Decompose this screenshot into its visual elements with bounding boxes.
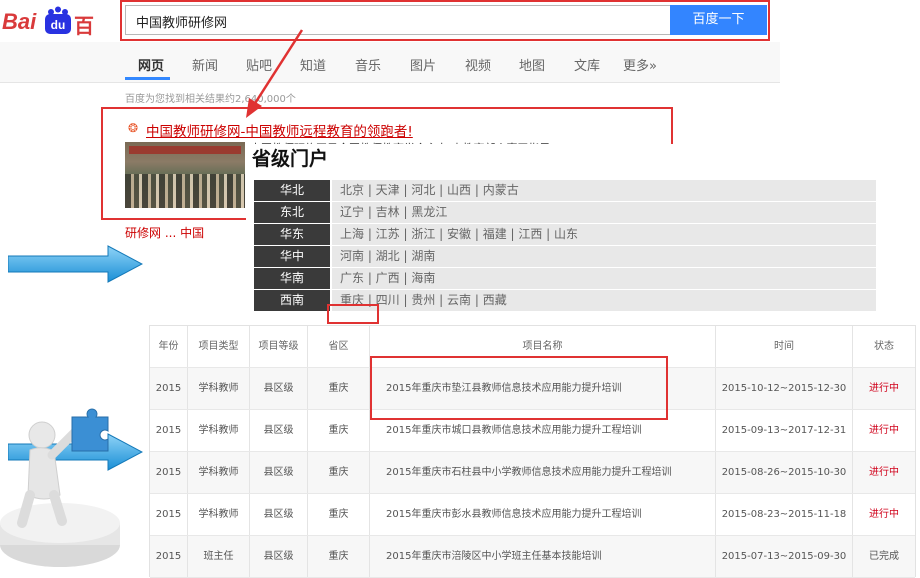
header-year: 年份	[150, 326, 188, 367]
cell-type: 学科教师	[188, 410, 250, 451]
project-highlight-box	[370, 356, 668, 420]
baidu-logo[interactable]: Bai du 百度	[2, 6, 110, 67]
cell-province: 重庆	[308, 452, 370, 493]
province-links[interactable]: 辽宁 | 吉林 | 黑龙江	[332, 202, 876, 223]
svg-text:du: du	[51, 18, 66, 32]
cell-province: 重庆	[308, 536, 370, 577]
region-label: 华北	[254, 180, 330, 201]
header-time: 时间	[716, 326, 853, 367]
cell-type: 学科教师	[188, 494, 250, 535]
chongqing-highlight-box	[327, 304, 379, 324]
cell-year: 2015	[150, 494, 188, 535]
cell-project-name[interactable]: 2015年重庆市涪陵区中小学班主任基本技能培训	[370, 536, 716, 577]
region-row: 华中 河南 | 湖北 | 湖南	[254, 246, 876, 267]
blue-arrow-icon	[8, 245, 143, 283]
province-links[interactable]: 广东 | 广西 | 海南	[332, 268, 876, 289]
cell-type: 学科教师	[188, 452, 250, 493]
tab-map[interactable]: 地图	[519, 55, 545, 74]
search-highlight-box	[120, 0, 770, 41]
tab-tieba[interactable]: 贴吧	[246, 55, 272, 74]
cell-type: 学科教师	[188, 368, 250, 409]
cell-time: 2015-07-13~2015-09-30	[716, 536, 853, 577]
cell-level: 县区级	[250, 368, 308, 409]
region-row: 东北 辽宁 | 吉林 | 黑龙江	[254, 202, 876, 223]
province-links[interactable]: 上海 | 江苏 | 浙江 | 安徽 | 福建 | 江西 | 山东	[332, 224, 876, 245]
status-badge: 进行中	[869, 425, 899, 436]
cell-year: 2015	[150, 536, 188, 577]
paw-logo-icon: du	[45, 6, 71, 34]
cell-project-name[interactable]: 2015年重庆市彭水县教师信息技术应用能力提升工程培训	[370, 494, 716, 535]
cell-year: 2015	[150, 452, 188, 493]
header-status: 状态	[874, 341, 894, 352]
cell-level: 县区级	[250, 452, 308, 493]
province-links[interactable]: 北京 | 天津 | 河北 | 山西 | 内蒙古	[332, 180, 876, 201]
portal-title: 省级门户	[252, 148, 329, 170]
tab-zhidao[interactable]: 知道	[300, 55, 326, 74]
province-links[interactable]: 河南 | 湖北 | 湖南	[332, 246, 876, 267]
tab-more[interactable]: 更多»	[623, 55, 657, 74]
cell-time: 2015-08-23~2015-11-18	[716, 494, 853, 535]
tab-music[interactable]: 音乐	[355, 55, 381, 74]
status-badge: 进行中	[869, 383, 899, 394]
cell-time: 2015-10-12~2015-12-30	[716, 368, 853, 409]
search-tabs-bar	[0, 42, 780, 83]
tab-images[interactable]: 图片	[410, 55, 436, 74]
next-result-partial[interactable]: 研修网 ... 中国	[125, 224, 204, 241]
cell-level: 县区级	[250, 494, 308, 535]
figure-with-puzzle-icon	[0, 408, 120, 567]
logo-text-bai: Bai	[2, 9, 37, 34]
cell-province: 重庆	[308, 368, 370, 409]
tab-news[interactable]: 新闻	[192, 55, 218, 74]
tab-video[interactable]: 视频	[465, 55, 491, 74]
result-count: 百度为您找到相关结果约2,640,000个	[125, 94, 296, 105]
table-row[interactable]: 2015 学科教师 县区级 重庆 2015年重庆市彭水县教师信息技术应用能力提升…	[150, 494, 915, 536]
tab-web[interactable]: 网页	[138, 55, 164, 74]
provincial-portal-panel: 省级门户 华北 北京 | 天津 | 河北 | 山西 | 内蒙古 东北 辽宁 | …	[246, 144, 876, 325]
header-type: 项目类型	[188, 326, 250, 367]
region-label: 华中	[254, 246, 330, 267]
region-table: 华北 北京 | 天津 | 河北 | 山西 | 内蒙古 东北 辽宁 | 吉林 | …	[254, 180, 876, 312]
table-row[interactable]: 2015 学科教师 县区级 重庆 2015年重庆市石柱县中小学教师信息技术应用能…	[150, 452, 915, 494]
region-row: 华南 广东 | 广西 | 海南	[254, 268, 876, 289]
cell-time: 2015-09-13~2017-12-31	[716, 410, 853, 451]
table-row[interactable]: 2015 班主任 县区级 重庆 2015年重庆市涪陵区中小学班主任基本技能培训 …	[150, 536, 915, 578]
cell-year: 2015	[150, 410, 188, 451]
region-row: 华东 上海 | 江苏 | 浙江 | 安徽 | 福建 | 江西 | 山东	[254, 224, 876, 245]
status-badge: 已完成	[869, 551, 899, 562]
region-row: 华北 北京 | 天津 | 河北 | 山西 | 内蒙古	[254, 180, 876, 201]
header-level: 项目等级	[250, 326, 308, 367]
status-badge: 进行中	[869, 509, 899, 520]
active-tab-underline	[125, 77, 170, 80]
cell-type: 班主任	[188, 536, 250, 577]
cell-province: 重庆	[308, 494, 370, 535]
cell-province: 重庆	[308, 410, 370, 451]
header-province: 省区	[308, 326, 370, 367]
tab-wenku[interactable]: 文库	[574, 55, 600, 74]
cell-year: 2015	[150, 368, 188, 409]
cell-project-name[interactable]: 2015年重庆市石柱县中小学教师信息技术应用能力提升工程培训	[370, 452, 716, 493]
cell-time: 2015-08-26~2015-10-30	[716, 452, 853, 493]
region-label: 华南	[254, 268, 330, 289]
province-links[interactable]: 重庆 | 四川 | 贵州 | 云南 | 西藏	[332, 290, 876, 311]
status-badge: 进行中	[869, 467, 899, 478]
cell-level: 县区级	[250, 536, 308, 577]
region-label: 西南	[254, 290, 330, 311]
region-label: 华东	[254, 224, 330, 245]
region-label: 东北	[254, 202, 330, 223]
cell-level: 县区级	[250, 410, 308, 451]
